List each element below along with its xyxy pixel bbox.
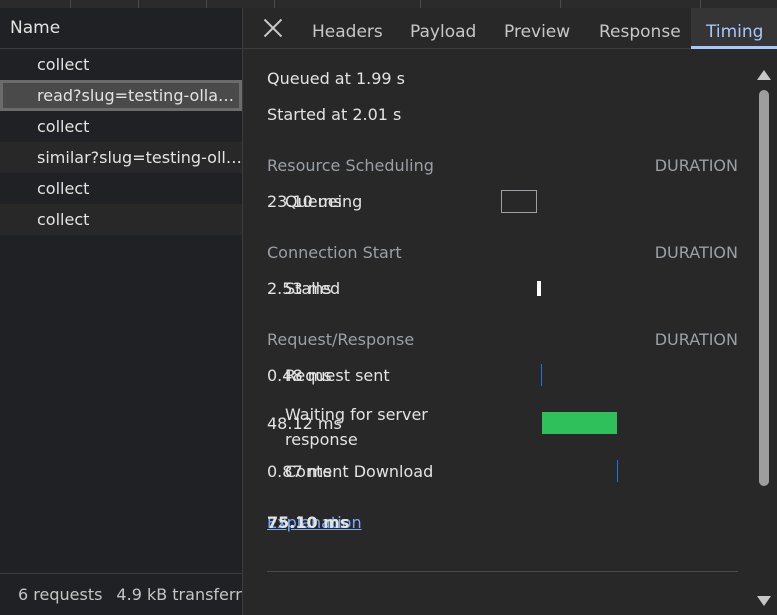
request-item[interactable]: collect: [0, 49, 242, 80]
request-item[interactable]: collect: [0, 111, 242, 142]
top-strip-divider: [274, 0, 275, 8]
top-strip-divider: [420, 0, 421, 8]
queueing-value: 23.10 ms: [267, 192, 342, 211]
duration-header: DURATION: [654, 156, 738, 175]
duration-header: DURATION: [654, 243, 738, 262]
section-request-response: Request/Response DURATION: [267, 330, 738, 349]
top-strip-divider: [138, 0, 139, 8]
request-item-selected[interactable]: read?slug=testing-ollama-on-consumer-har…: [0, 80, 242, 111]
section-connection-start: Connection Start DURATION: [267, 243, 738, 262]
request-sent-value: 0.48 ms: [267, 366, 332, 385]
tab-timing[interactable]: Timing: [691, 8, 777, 49]
waiting-value: 48.12 ms: [267, 414, 342, 433]
top-strip-divider: [70, 0, 71, 8]
queued-at-text: Queued at 1.99 s: [267, 69, 406, 88]
section-title: Resource Scheduling: [267, 156, 434, 175]
tab-response[interactable]: Response: [599, 8, 681, 48]
details-tabbar: Headers Payload Preview Response Timing: [243, 8, 777, 49]
section-title: Request/Response: [267, 330, 415, 349]
request-item[interactable]: similar?slug=testing-ollama-on-consumer-…: [0, 142, 242, 173]
request-item[interactable]: collect: [0, 173, 242, 204]
vertical-scrollbar[interactable]: [757, 56, 771, 608]
request-item[interactable]: collect: [0, 204, 242, 235]
name-column-header[interactable]: Name: [0, 8, 242, 49]
request-list-panel: Name collect read?slug=testing-ollama-on…: [0, 8, 243, 615]
transferred-size: 4.9 kB transferred: [116, 585, 242, 604]
details-panel: Headers Payload Preview Response Timing …: [243, 8, 777, 615]
scroll-up-arrow-icon[interactable]: [757, 68, 771, 82]
top-strip-divider: [206, 0, 207, 8]
content-download-value: 0.87 ms: [267, 462, 332, 481]
request-list: collect read?slug=testing-ollama-on-cons…: [0, 49, 242, 235]
tab-payload[interactable]: Payload: [410, 8, 476, 48]
divider: [267, 571, 738, 572]
tab-preview[interactable]: Preview: [504, 8, 570, 48]
started-at-text: Started at 2.01 s: [267, 105, 402, 124]
total-duration: 75.10 ms: [267, 513, 350, 532]
close-icon[interactable]: [261, 16, 285, 40]
scrollbar-thumb[interactable]: [759, 90, 769, 486]
scroll-down-arrow-icon[interactable]: [757, 594, 771, 608]
duration-header: DURATION: [654, 330, 738, 349]
section-resource-scheduling: Resource Scheduling DURATION: [267, 156, 738, 175]
section-title: Connection Start: [267, 243, 402, 262]
tab-headers[interactable]: Headers: [312, 8, 383, 48]
top-strip-divider: [700, 0, 701, 8]
top-strip-divider: [560, 0, 561, 8]
stalled-value: 2.53 ms: [267, 279, 332, 298]
status-footer: 6 requests 4.9 kB transferred: [0, 573, 242, 615]
request-count: 6 requests: [18, 585, 103, 604]
